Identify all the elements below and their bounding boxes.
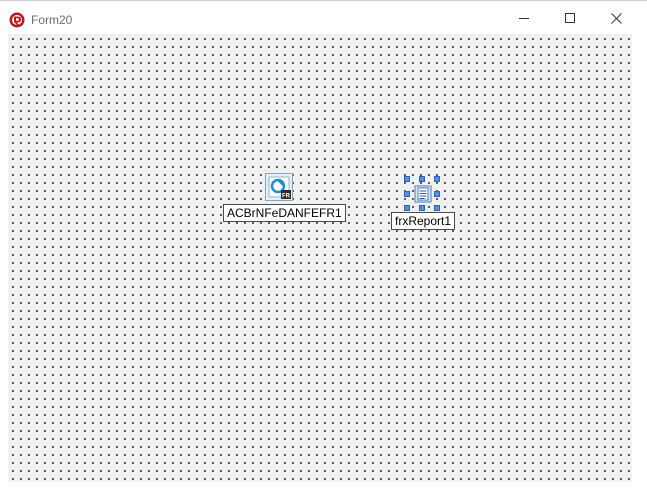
fastreport-label[interactable]: frxReport1 [391,212,456,230]
acbr-danfe-fr-label[interactable]: ACBrNFeDANFEFR1 [223,204,346,222]
selection-handle[interactable] [434,176,440,182]
form-window: Form20 FR ACBrNFeDANFEFR1 frxReport1 [0,0,647,489]
minimize-button[interactable] [501,3,547,33]
close-button[interactable] [593,3,639,33]
minimize-icon [519,18,529,19]
maximize-icon [565,13,575,23]
selection-handle[interactable] [434,191,440,197]
fastreport-component-icon[interactable] [409,180,437,208]
close-icon [610,12,622,24]
form-designer-surface[interactable]: FR ACBrNFeDANFEFR1 frxReport1 [8,34,632,482]
selection-handle[interactable] [404,191,410,197]
window-title: Form20 [31,13,73,27]
acbr-danfe-fr-glyph: FR [265,173,293,201]
selection-handle[interactable] [404,176,410,182]
selection-handle[interactable] [404,205,410,211]
svg-text:FR: FR [282,194,291,200]
selection-handle[interactable] [434,205,440,211]
delphi-app-icon [9,12,25,28]
title-bar[interactable]: Form20 [0,2,647,33]
acbr-danfe-fr-component-icon[interactable]: FR [265,173,293,201]
maximize-button[interactable] [547,3,593,33]
selection-handle[interactable] [419,205,425,211]
fastreport-glyph [414,185,432,203]
selection-handle[interactable] [419,176,425,182]
